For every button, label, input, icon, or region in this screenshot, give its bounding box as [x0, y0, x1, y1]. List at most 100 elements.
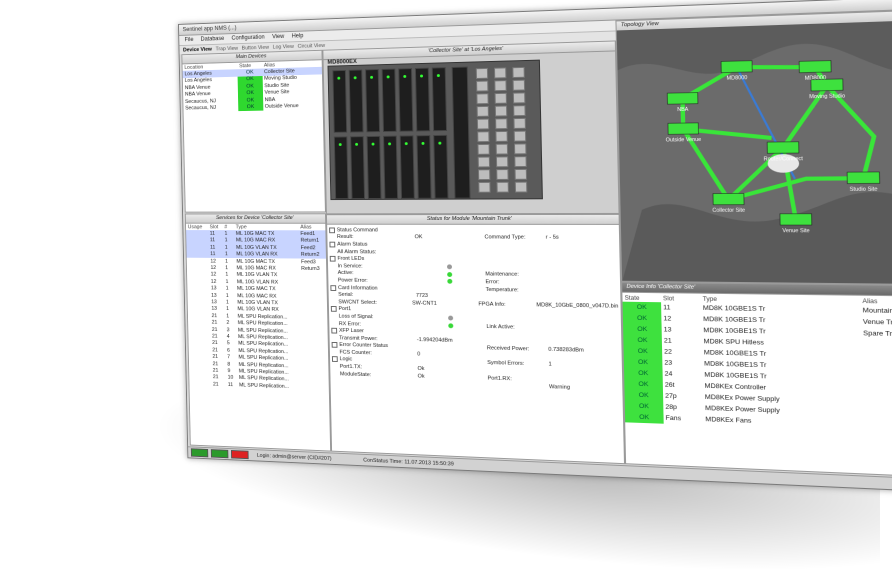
service-num: 10: [226, 374, 237, 381]
service-type: ML 10G VLAN TX: [234, 244, 299, 251]
menu-help[interactable]: Help: [292, 33, 304, 39]
fan-vent: [513, 105, 526, 116]
main-devices-panel: Main Devices Location State Alias Los An…: [181, 50, 326, 213]
menu-view[interactable]: View: [272, 34, 284, 40]
service-slot: 21: [210, 326, 225, 333]
fan-vent: [478, 169, 490, 180]
col-slot[interactable]: Slot: [208, 224, 223, 231]
expand-icon[interactable]: [329, 242, 335, 248]
menu-configuration[interactable]: Configuration: [232, 35, 265, 42]
topology-node[interactable]: Moving Studio: [809, 79, 846, 100]
service-slot: 21: [210, 340, 225, 347]
card-slot[interactable]: [365, 69, 380, 132]
expand-icon[interactable]: [330, 285, 336, 291]
status-led-icon: [448, 316, 453, 321]
topology-node[interactable]: Router/Connect: [763, 142, 804, 162]
expand-icon[interactable]: [332, 357, 338, 363]
controller-card[interactable]: [452, 67, 471, 199]
module-state: OK: [624, 346, 663, 358]
fan-vent: [514, 131, 527, 142]
node-box[interactable]: [799, 61, 831, 73]
service-num: 11: [226, 381, 237, 388]
col-num[interactable]: #: [223, 224, 234, 231]
expand-icon[interactable]: [329, 227, 335, 233]
topology-node[interactable]: MD8000: [721, 61, 752, 81]
status-label: In Service:: [330, 263, 415, 269]
card-slot[interactable]: [349, 69, 364, 132]
status-label: Front LEDs: [337, 256, 415, 262]
card-slot[interactable]: [350, 136, 365, 199]
node-box[interactable]: [721, 61, 752, 73]
topology-node[interactable]: NBA: [667, 92, 698, 112]
expand-icon[interactable]: [331, 306, 337, 312]
device-alias: Outside Venue: [263, 102, 323, 110]
card-led-icon: [355, 143, 358, 146]
col-alias[interactable]: Alias: [298, 224, 325, 231]
tab-device-view[interactable]: Device View: [183, 46, 212, 52]
link-2[interactable]: [683, 98, 729, 200]
status-led-icon: [448, 323, 453, 328]
card-slot[interactable]: [398, 68, 413, 132]
status-value: [416, 311, 486, 312]
status-alarm-button[interactable]: [231, 450, 249, 459]
main-devices-table: Location State Alias Los Angeles OK Collec…: [182, 60, 322, 112]
status-warn-button[interactable]: [211, 449, 229, 458]
node-box[interactable]: [780, 214, 812, 225]
service-slot: 12: [208, 258, 223, 265]
services-panel: Services for Device 'Collector Site' Usa…: [185, 213, 331, 451]
node-box[interactable]: [668, 123, 699, 135]
topology-node[interactable]: Studio Site: [847, 172, 880, 192]
service-num: 1: [223, 258, 234, 265]
topology-node[interactable]: Outside Venue: [665, 123, 702, 143]
service-type: ML 10G MAC TX: [234, 231, 299, 238]
menu-database[interactable]: Database: [201, 36, 225, 42]
expand-icon[interactable]: [332, 342, 338, 348]
card-slot[interactable]: [334, 136, 349, 199]
topology-node[interactable]: Venue Site: [780, 214, 812, 234]
node-label: Collector Site: [712, 207, 745, 213]
status-value: OK: [415, 235, 485, 241]
status-value-2: 0.738283dBm: [548, 347, 584, 354]
node-box[interactable]: [847, 172, 880, 184]
node-box[interactable]: [713, 193, 744, 204]
node-label: Outside Venue: [666, 136, 702, 142]
topology-panel: Topology View MD8000 MD8000 Moving Studi…: [615, 8, 892, 286]
expand-icon[interactable]: [331, 328, 337, 334]
status-label-2: [487, 334, 548, 335]
fan-vent: [495, 131, 507, 142]
card-slot[interactable]: [400, 135, 415, 198]
node-box[interactable]: [667, 92, 698, 104]
tab-log-view[interactable]: Log View: [273, 44, 294, 50]
status-label-2: [486, 297, 547, 298]
topology-node[interactable]: MD8000: [799, 61, 831, 82]
tab-trap-view[interactable]: Trap View: [216, 45, 239, 51]
node-box[interactable]: [767, 142, 799, 154]
card-slot[interactable]: [415, 68, 430, 132]
card-slot[interactable]: [383, 136, 398, 199]
fan-vent: [495, 118, 507, 129]
module-slot: 12: [661, 314, 701, 326]
fan-vent: [515, 182, 528, 193]
service-type: ML 10G VLAN RX: [234, 251, 299, 258]
status-value-2: 1: [549, 362, 552, 368]
status-label: All Alarm Status:: [330, 249, 415, 255]
module-slot: 11: [661, 303, 701, 315]
card-slot[interactable]: [416, 135, 431, 199]
tab-button-view[interactable]: Button View: [242, 44, 269, 50]
node-box[interactable]: [811, 79, 843, 91]
expand-icon[interactable]: [330, 256, 336, 262]
card-slot[interactable]: [382, 69, 397, 132]
card-slot[interactable]: [432, 67, 447, 131]
card-slot[interactable]: [433, 135, 448, 199]
topology-map[interactable]: MD8000 MD8000 Moving Studio Outside Venue NB…: [617, 19, 892, 285]
topology-svg: MD8000 MD8000 Moving Studio Outside Venue NB…: [617, 19, 892, 285]
topology-node[interactable]: Collector Site: [712, 193, 746, 213]
tab-circuit-view[interactable]: Circuit View: [298, 43, 326, 50]
col-usage[interactable]: Usage: [186, 224, 208, 231]
status-ok-button[interactable]: [191, 448, 208, 457]
card-slot[interactable]: [367, 136, 382, 199]
card-led-icon: [370, 76, 373, 79]
service-slot: 21: [210, 319, 225, 326]
menu-file[interactable]: File: [185, 37, 194, 43]
card-slot[interactable]: [332, 70, 347, 133]
